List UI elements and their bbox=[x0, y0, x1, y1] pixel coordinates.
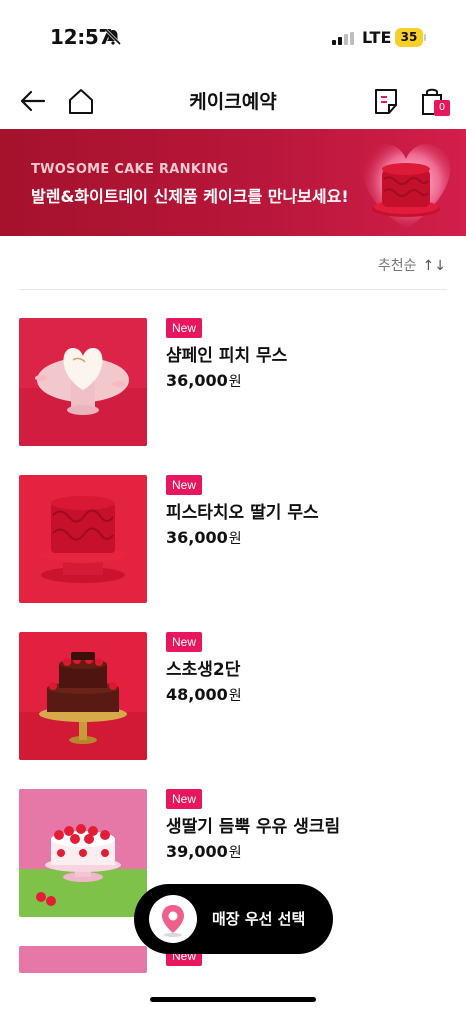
top-navigation: 케이크예약 0 bbox=[0, 74, 466, 129]
status-bar: 12:57 LTE 35 bbox=[0, 0, 466, 74]
product-price: 48,000원 bbox=[166, 685, 242, 704]
product-image bbox=[19, 789, 147, 917]
product-price: 36,000원 bbox=[166, 371, 242, 390]
store-select-label: 매장 우선 선택 bbox=[212, 910, 306, 928]
product-image bbox=[19, 946, 147, 973]
product-item[interactable]: New 스초생2단 48,000원 bbox=[19, 632, 447, 760]
sort-button[interactable]: 추천순 ↑↓ bbox=[378, 255, 446, 275]
bell-muted-icon bbox=[104, 28, 122, 46]
home-indicator bbox=[150, 997, 316, 1002]
cart-count-badge: 0 bbox=[434, 100, 450, 116]
signal-icon bbox=[332, 32, 354, 45]
cart-button[interactable]: 0 bbox=[419, 86, 450, 116]
store-icon-container bbox=[149, 895, 197, 943]
new-badge: New bbox=[166, 632, 203, 652]
new-badge: New bbox=[166, 475, 203, 495]
product-name: 스초생2단 bbox=[166, 660, 241, 680]
product-image bbox=[19, 475, 147, 603]
product-name: 피스타치오 딸기 무스 bbox=[166, 503, 319, 523]
sort-label: 추천순 bbox=[377, 258, 417, 274]
battery-icon: 35 bbox=[395, 28, 426, 47]
divider bbox=[19, 289, 447, 290]
promo-banner[interactable]: TWOSOME CAKE RANKING 발렌&화이트데이 신제품 케이크를 만… bbox=[0, 129, 466, 236]
product-price: 39,000원 bbox=[166, 842, 242, 861]
location-pin-icon bbox=[162, 905, 184, 937]
product-price: 36,000원 bbox=[166, 528, 242, 547]
banner-headline: 발렌&화이트데이 신제품 케이크를 만나보세요! bbox=[31, 187, 349, 206]
battery-level: 35 bbox=[395, 28, 423, 47]
product-name: 샴페인 피치 무스 bbox=[166, 346, 288, 366]
sort-arrows-icon: ↑↓ bbox=[422, 258, 446, 274]
banner-eyebrow: TWOSOME CAKE RANKING bbox=[31, 162, 229, 177]
banner-cake-image bbox=[361, 144, 451, 229]
order-history-button[interactable] bbox=[371, 86, 401, 116]
product-image bbox=[19, 632, 147, 760]
product-name: 생딸기 듬뿍 우유 생크림 bbox=[166, 817, 341, 837]
new-badge: New bbox=[166, 318, 203, 338]
product-item[interactable]: New 샴페인 피치 무스 36,000원 bbox=[19, 318, 447, 446]
product-item[interactable]: New 피스타치오 딸기 무스 36,000원 bbox=[19, 475, 447, 603]
store-select-button[interactable]: 매장 우선 선택 bbox=[134, 884, 333, 954]
status-time: 12:57 bbox=[50, 25, 113, 49]
receipt-icon bbox=[375, 89, 397, 114]
network-label: LTE bbox=[362, 28, 392, 47]
product-image bbox=[19, 318, 147, 446]
new-badge: New bbox=[166, 789, 203, 809]
